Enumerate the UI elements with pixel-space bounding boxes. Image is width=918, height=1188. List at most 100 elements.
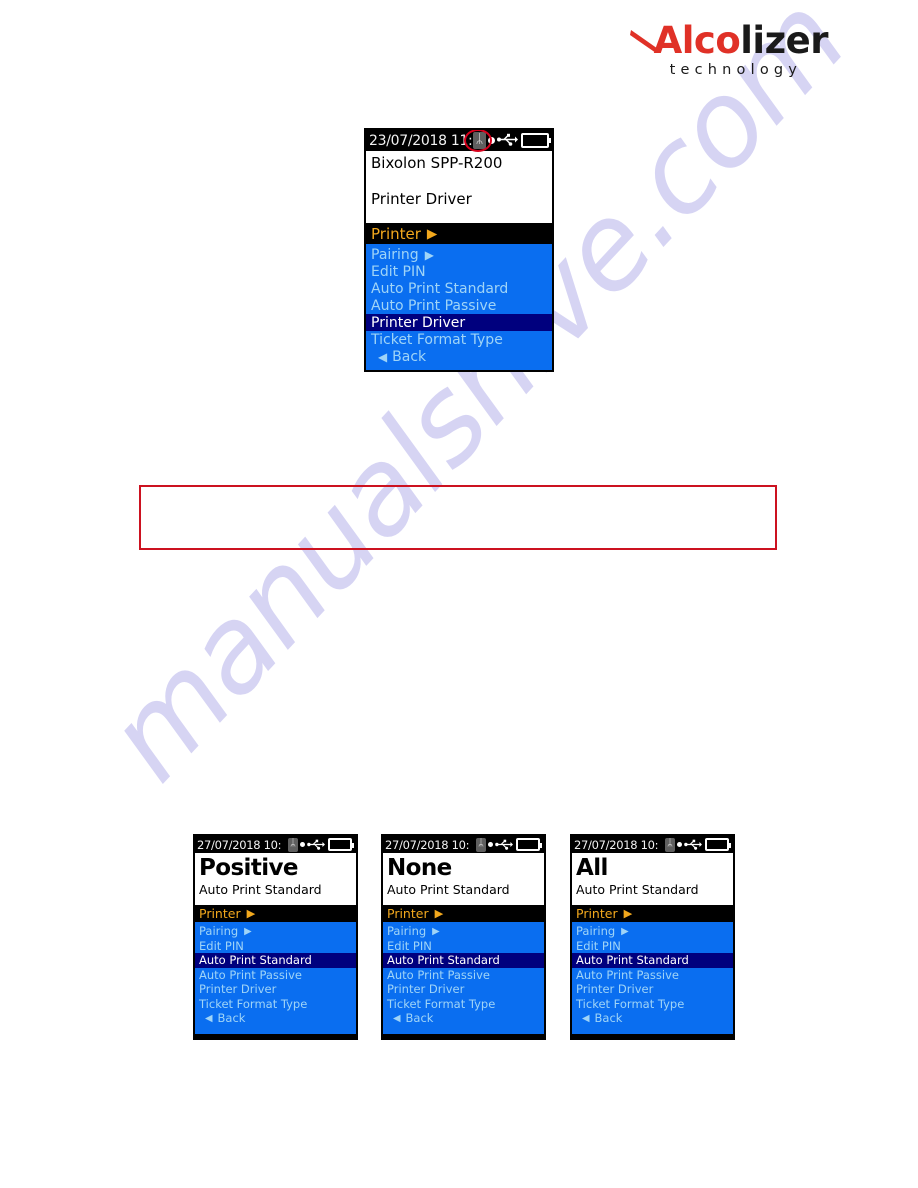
setting-name-label: Auto Print Standard bbox=[576, 882, 699, 898]
menu-item-label: Edit PIN bbox=[371, 263, 426, 280]
menu-item-label: Auto Print Passive bbox=[199, 967, 302, 982]
menu-item-label: Edit PIN bbox=[199, 938, 244, 953]
menu-item-pairing[interactable]: Pairing ▶ bbox=[195, 924, 356, 939]
chevron-right-icon: ▶ bbox=[621, 925, 629, 937]
status-bar: 27/07/2018 10: ᛦ bbox=[572, 836, 733, 853]
menu-item-edit-pin[interactable]: Edit PIN bbox=[572, 939, 733, 954]
usb-icon bbox=[684, 836, 703, 854]
menu-item-printer-driver[interactable]: Printer Driver bbox=[366, 314, 552, 331]
status-bar: 23/07/2018 11: ᛦ bbox=[366, 130, 552, 152]
info-panel: All Auto Print Standard bbox=[572, 853, 733, 905]
menu-item-label: Auto Print Standard bbox=[576, 953, 689, 968]
status-icon-group: ᛦ bbox=[476, 836, 542, 854]
menu-item-label: Back bbox=[392, 348, 427, 365]
menu-item-label: Auto Print Passive bbox=[371, 297, 497, 314]
menu-item-label: Pairing bbox=[371, 246, 419, 263]
printer-menu-list: Pairing ▶ Edit PIN Auto Print Standard A… bbox=[572, 922, 733, 1034]
menu-item-edit-pin[interactable]: Edit PIN bbox=[195, 939, 356, 954]
logo-text-alco: Alco bbox=[653, 19, 741, 62]
device-screen-top: 23/07/2018 11: ᛦ Bixolon SPP-R200 Printe… bbox=[364, 128, 554, 372]
info-panel: Bixolon SPP-R200 Printer Driver bbox=[366, 151, 552, 223]
menu-item-pairing[interactable]: Pairing ▶ bbox=[383, 924, 544, 939]
menu-item-label: Auto Print Passive bbox=[387, 967, 490, 982]
watermark-text: manualshive.com bbox=[79, 0, 872, 807]
menu-item-back[interactable]: ◀ Back bbox=[366, 348, 552, 365]
chevron-right-icon: ▶ bbox=[244, 925, 252, 937]
menu-header-printer: Printer ▶ bbox=[366, 223, 552, 244]
menu-item-label: Back bbox=[594, 1011, 623, 1026]
status-datetime: 27/07/2018 10: bbox=[574, 837, 659, 852]
menu-item-ticket-format-type[interactable]: Ticket Format Type bbox=[195, 997, 356, 1012]
chevron-right-icon: ▶ bbox=[432, 925, 440, 937]
menu-item-pairing[interactable]: Pairing ▶ bbox=[572, 924, 733, 939]
menu-item-back[interactable]: ◀ Back bbox=[383, 1011, 544, 1026]
menu-item-edit-pin[interactable]: Edit PIN bbox=[383, 939, 544, 954]
menu-item-label: Edit PIN bbox=[387, 938, 432, 953]
menu-item-auto-print-passive[interactable]: Auto Print Passive bbox=[572, 968, 733, 983]
menu-header-printer: Printer ▶ bbox=[195, 905, 356, 922]
menu-item-back[interactable]: ◀ Back bbox=[572, 1011, 733, 1026]
menu-item-auto-print-passive[interactable]: Auto Print Passive bbox=[383, 968, 544, 983]
menu-item-label: Pairing bbox=[576, 924, 616, 939]
chevron-right-icon: ▶ bbox=[623, 907, 633, 920]
menu-item-auto-print-standard[interactable]: Auto Print Standard bbox=[195, 953, 356, 968]
menu-item-ticket-format-type[interactable]: Ticket Format Type bbox=[383, 997, 544, 1012]
battery-icon bbox=[328, 838, 354, 851]
battery-icon bbox=[516, 838, 542, 851]
printer-menu-list: Pairing ▶ Edit PIN Auto Print Standard A… bbox=[383, 922, 544, 1034]
bluetooth-icon: ᛦ bbox=[288, 837, 298, 852]
menu-item-label: Ticket Format Type bbox=[576, 996, 685, 1011]
chevron-left-icon: ◀ bbox=[378, 349, 388, 364]
menu-item-label: Ticket Format Type bbox=[371, 331, 503, 348]
menu-item-printer-driver[interactable]: Printer Driver bbox=[383, 982, 544, 997]
menu-header-label: Printer bbox=[199, 906, 241, 921]
dot-icon bbox=[488, 842, 493, 847]
menu-item-auto-print-passive[interactable]: Auto Print Passive bbox=[195, 968, 356, 983]
note-callout-box bbox=[139, 485, 777, 550]
info-panel: None Auto Print Standard bbox=[383, 853, 544, 905]
dot-icon bbox=[300, 842, 305, 847]
chevron-left-icon: ◀ bbox=[205, 1012, 213, 1024]
menu-item-label: Back bbox=[405, 1011, 434, 1026]
menu-header-printer: Printer ▶ bbox=[572, 905, 733, 922]
menu-item-printer-driver[interactable]: Printer Driver bbox=[195, 982, 356, 997]
usb-icon bbox=[495, 836, 514, 854]
menu-header-label: Printer bbox=[576, 906, 618, 921]
bluetooth-icon: ᛦ bbox=[665, 837, 675, 852]
battery-icon bbox=[521, 133, 551, 148]
menu-item-back[interactable]: ◀ Back bbox=[195, 1011, 356, 1026]
status-datetime: 27/07/2018 10: bbox=[385, 837, 470, 852]
setting-name-label: Printer Driver bbox=[371, 190, 472, 209]
menu-item-auto-print-standard[interactable]: Auto Print Standard bbox=[383, 953, 544, 968]
menu-item-label: Auto Print Standard bbox=[387, 953, 500, 968]
result-value-label: All bbox=[576, 855, 608, 881]
battery-icon bbox=[705, 838, 731, 851]
device-screen-positive: 27/07/2018 10: ᛦ Positive Auto Print Sta… bbox=[193, 834, 358, 1040]
menu-header-label: Printer bbox=[387, 906, 429, 921]
menu-item-auto-print-standard[interactable]: Auto Print Standard bbox=[366, 280, 552, 297]
info-panel: Positive Auto Print Standard bbox=[195, 853, 356, 905]
menu-item-edit-pin[interactable]: Edit PIN bbox=[366, 263, 552, 280]
menu-item-label: Printer Driver bbox=[387, 982, 465, 997]
usb-icon bbox=[307, 836, 326, 854]
menu-item-label: Pairing bbox=[387, 924, 427, 939]
status-icon-group: ᛦ bbox=[288, 836, 354, 854]
usb-icon bbox=[497, 131, 519, 150]
menu-item-printer-driver[interactable]: Printer Driver bbox=[572, 982, 733, 997]
logo-slash-icon bbox=[629, 30, 661, 53]
chevron-right-icon: ▶ bbox=[434, 907, 444, 920]
menu-header-label: Printer bbox=[371, 224, 421, 243]
menu-item-pairing[interactable]: Pairing ▶ bbox=[366, 246, 552, 263]
dot-icon bbox=[677, 842, 682, 847]
menu-item-ticket-format-type[interactable]: Ticket Format Type bbox=[572, 997, 733, 1012]
printer-model-label: Bixolon SPP-R200 bbox=[371, 154, 503, 172]
status-datetime: 27/07/2018 10: bbox=[197, 837, 282, 852]
menu-item-label: Auto Print Standard bbox=[199, 953, 312, 968]
menu-item-auto-print-passive[interactable]: Auto Print Passive bbox=[366, 297, 552, 314]
status-icon-group: ᛦ bbox=[473, 131, 551, 150]
result-value-label: Positive bbox=[199, 855, 299, 881]
menu-item-label: Auto Print Passive bbox=[576, 967, 679, 982]
setting-name-label: Auto Print Standard bbox=[387, 882, 510, 898]
menu-item-auto-print-standard[interactable]: Auto Print Standard bbox=[572, 953, 733, 968]
menu-item-ticket-format-type[interactable]: Ticket Format Type bbox=[366, 331, 552, 348]
